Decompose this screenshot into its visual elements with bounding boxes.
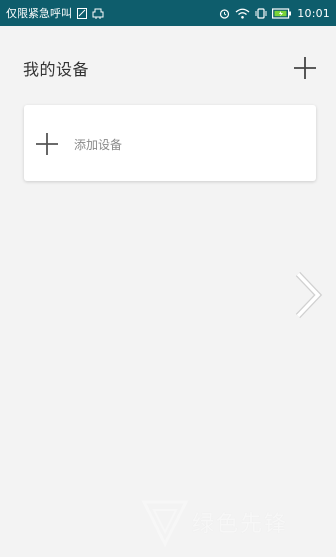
next-page-arrow[interactable] xyxy=(290,270,326,320)
watermark-logo-icon xyxy=(141,500,189,548)
plus-icon xyxy=(36,133,58,155)
add-device-top-button[interactable] xyxy=(290,53,320,83)
page-title: 我的设备 xyxy=(23,60,90,79)
chevron-right-icon xyxy=(295,271,323,319)
wifi-icon xyxy=(235,8,250,19)
battery-icon xyxy=(272,7,292,19)
status-right: 10:01 xyxy=(219,0,330,26)
status-bar: 仅限紧急呼叫 10:01 xyxy=(0,0,336,26)
vibrate-icon xyxy=(255,7,267,19)
alarm-icon xyxy=(219,8,230,19)
status-left: 仅限紧急呼叫 xyxy=(6,0,104,26)
add-device-label: 添加设备 xyxy=(74,138,123,152)
status-time: 10:01 xyxy=(297,6,330,20)
add-device-card[interactable]: 添加设备 xyxy=(24,105,316,181)
sim-icon xyxy=(77,7,87,19)
watermark: 绿色先锋 xyxy=(140,488,336,557)
usb-icon xyxy=(92,8,104,19)
plus-icon xyxy=(294,57,316,79)
carrier-text: 仅限紧急呼叫 xyxy=(6,7,72,20)
header: 我的设备 xyxy=(0,44,336,90)
watermark-text: 绿色先锋 xyxy=(192,512,289,537)
